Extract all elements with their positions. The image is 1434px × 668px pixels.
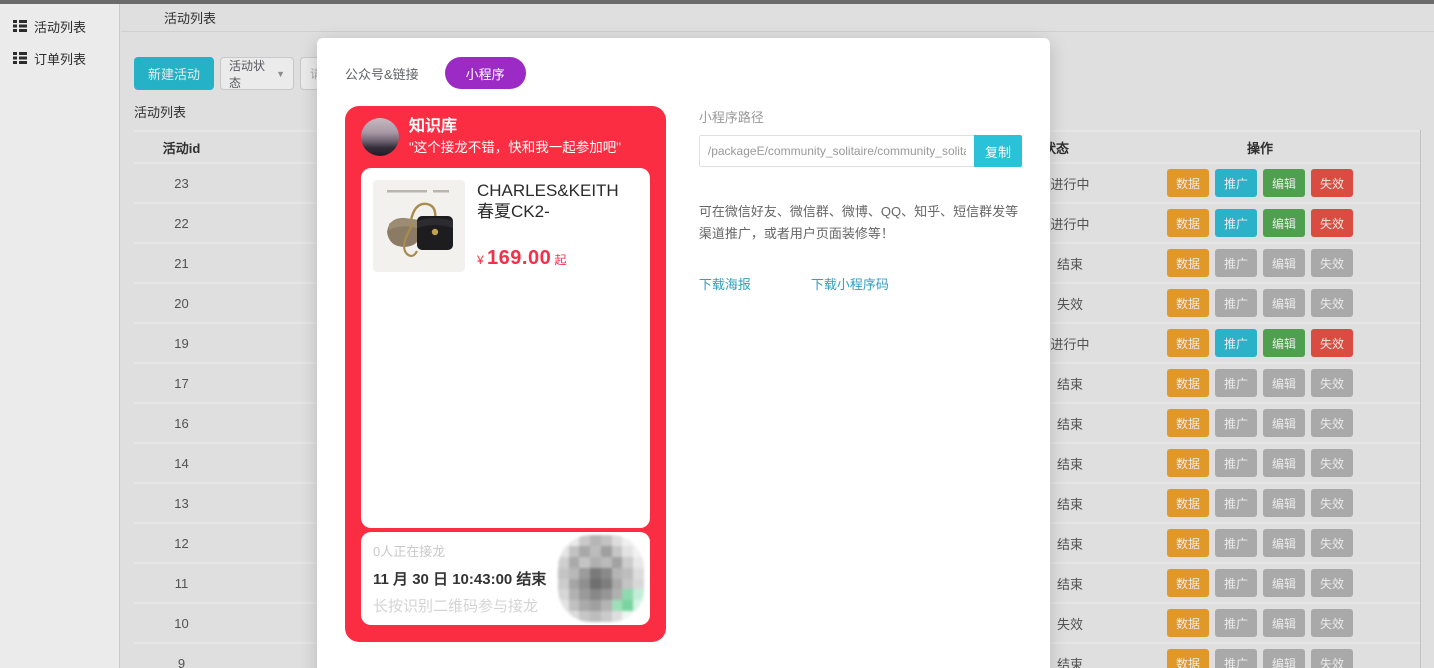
- copy-button[interactable]: 复制: [974, 135, 1022, 167]
- share-card: 知识库 "这个接龙不错，快和我一起参加吧": [345, 106, 666, 642]
- share-card-header: 知识库 "这个接龙不错，快和我一起参加吧": [361, 116, 650, 158]
- product-title: CHARLES&KEITH 春夏CK2-20270602…: [477, 180, 638, 222]
- modal-tabs: 公众号&链接 小程序: [345, 57, 1022, 89]
- avatar: [361, 118, 399, 156]
- qr-code: [558, 535, 644, 622]
- tab-mini-program[interactable]: 小程序: [445, 57, 526, 89]
- product-price: ¥ 169.00 起: [477, 247, 638, 270]
- card-nickname: 知识库: [409, 116, 621, 138]
- share-modal: 公众号&链接 小程序 知识库 "这个接龙不错，快和我一起参加吧": [317, 38, 1050, 668]
- download-qrcode-link[interactable]: 下载小程序码: [811, 274, 889, 293]
- product-image: [373, 180, 465, 272]
- tab-official-account-link[interactable]: 公众号&链接: [345, 64, 419, 83]
- currency-symbol: ¥: [477, 253, 484, 267]
- card-quote: "这个接龙不错，快和我一起参加吧": [409, 138, 621, 158]
- miniprogram-path-input[interactable]: [699, 135, 974, 167]
- download-poster-link[interactable]: 下载海报: [699, 274, 751, 293]
- promo-tip: 可在微信好友、微信群、微博、QQ、知乎、短信群发等渠道推广，或者用户页面装修等！: [699, 201, 1021, 245]
- modal-right-column: 小程序路径 复制 可在微信好友、微信群、微博、QQ、知乎、短信群发等渠道推广，或…: [699, 106, 1022, 642]
- screen: 活动列表 订单列表 活动列表 新建活动 活动状态 ▼ 活动列表: [0, 0, 1434, 668]
- card-footer: 0人正在接龙 11 月 30 日 10:43:00 结束 长按识别二维码参与接龙: [361, 532, 650, 625]
- product-card: CHARLES&KEITH 春夏CK2-20270602… ¥ 169.00 起: [361, 168, 650, 528]
- miniprogram-path-label: 小程序路径: [699, 107, 1022, 126]
